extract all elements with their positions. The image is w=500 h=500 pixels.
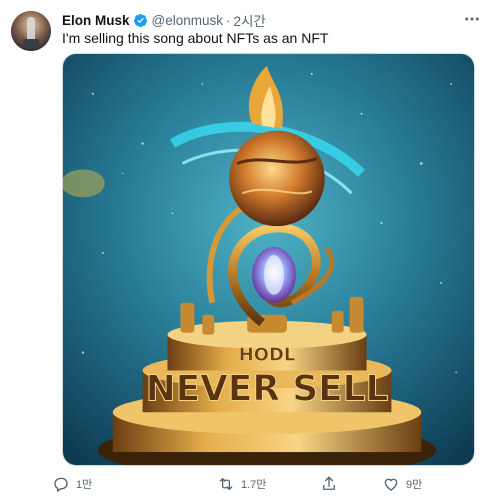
share-button[interactable] <box>320 475 344 493</box>
like-icon <box>382 475 400 493</box>
tweet-actions: 1만 1.7만 9만 <box>52 473 432 495</box>
reply-icon <box>52 475 70 493</box>
like-button[interactable]: 9만 <box>382 475 432 493</box>
more-options-icon[interactable] <box>462 10 482 28</box>
tweet-text: I'm selling this song about NFTs as an N… <box>62 30 329 46</box>
author-name[interactable]: Elon Musk <box>62 13 130 28</box>
author-handle[interactable]: @elonmusk <box>152 13 223 28</box>
retweet-count: 1.7만 <box>241 479 267 491</box>
timestamp[interactable]: 2시간 <box>234 10 266 30</box>
reply-button[interactable]: 1만 <box>52 475 102 493</box>
retweet-icon <box>217 475 235 493</box>
avatar[interactable] <box>11 11 51 51</box>
separator-dot: · <box>226 12 231 28</box>
tweet-media[interactable]: NEVER SELL HODL <box>62 53 475 466</box>
nft-artwork-image: NEVER SELL HODL <box>63 54 474 465</box>
tweet-header: Elon Musk @elonmusk · 2시간 <box>62 10 490 30</box>
media-text-upper: HODL <box>239 345 295 366</box>
like-count: 9만 <box>406 479 423 491</box>
verified-badge-icon <box>133 13 148 28</box>
tweet: Elon Musk @elonmusk · 2시간 I'm selling th… <box>0 0 500 500</box>
reply-count: 1만 <box>76 479 93 491</box>
retweet-button[interactable]: 1.7만 <box>217 475 267 493</box>
media-text-lower: NEVER SELL <box>146 368 389 409</box>
share-icon <box>320 475 338 493</box>
avatar-image <box>11 11 51 51</box>
